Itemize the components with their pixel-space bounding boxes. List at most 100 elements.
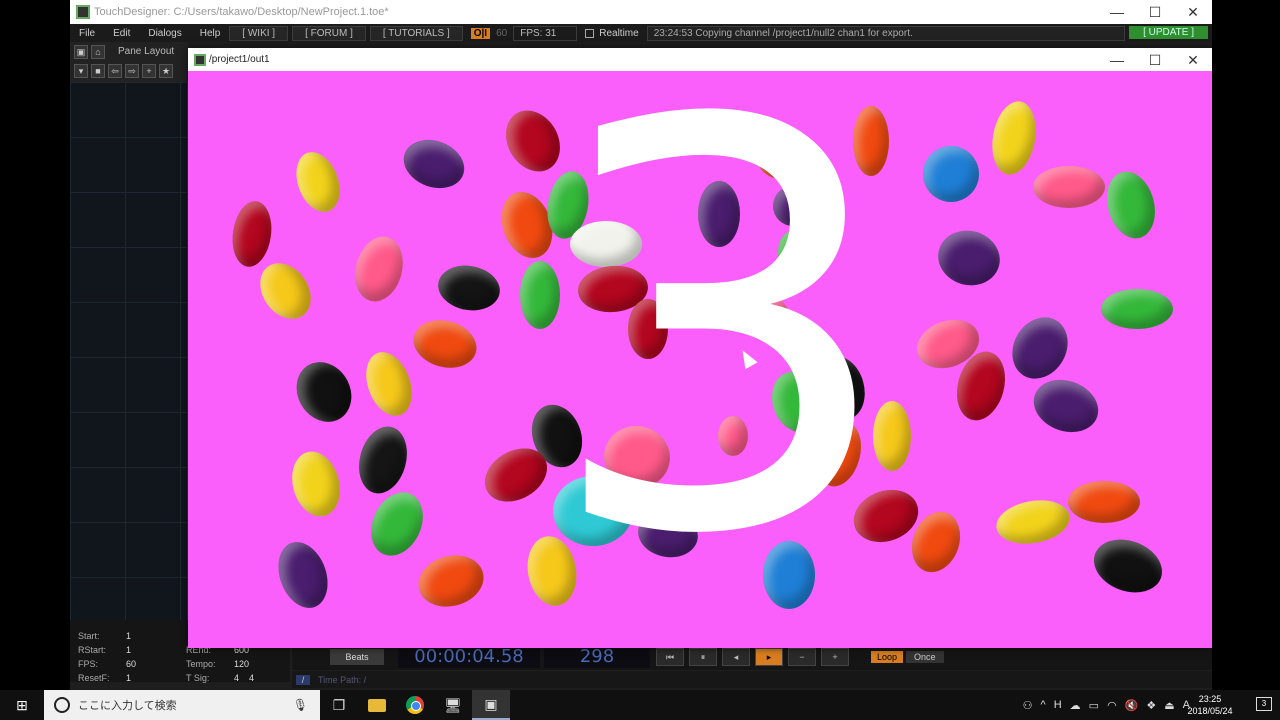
pane-layout-label[interactable]: Pane Layout: [118, 46, 174, 57]
people-icon[interactable]: ⚇: [1023, 699, 1033, 712]
dropdown-icon[interactable]: ▾: [74, 63, 88, 78]
jellybean: [434, 260, 504, 316]
loop-button[interactable]: Loop: [871, 651, 904, 663]
menu-bar: File Edit Dialogs Help [ WIKI ] [ FORUM …: [70, 24, 1212, 42]
tray-expand-icon[interactable]: ^: [1041, 699, 1046, 711]
tempo-label: Tempo:: [186, 659, 216, 669]
tsig-value[interactable]: 4 4: [234, 672, 294, 685]
network-editor[interactable]: [70, 82, 188, 620]
frame-display[interactable]: 298: [544, 646, 650, 668]
h-app-icon[interactable]: H: [1054, 699, 1062, 711]
stop-icon[interactable]: ■: [91, 63, 105, 78]
jellybean: [351, 421, 415, 499]
beats-button[interactable]: Beats: [330, 649, 384, 665]
maximize-button[interactable]: ☐: [1136, 0, 1174, 24]
countdown-number: 3: [543, 71, 900, 648]
rstart-value[interactable]: 1: [126, 644, 186, 657]
jellybean: [288, 146, 348, 218]
pane-split-icon[interactable]: ▣: [74, 44, 88, 59]
tsig-a: 4: [234, 673, 240, 683]
touchdesigner-taskbar-icon[interactable]: ▣: [472, 690, 510, 720]
clock-time: 23:25: [1198, 694, 1222, 704]
realtime-label: Realtime: [599, 27, 639, 39]
rstart-label: RStart:: [78, 645, 107, 655]
play-icon[interactable]: ▸: [755, 648, 783, 666]
chrome-icon[interactable]: [396, 690, 434, 720]
tsig-b: 4: [249, 673, 255, 683]
resetf-value[interactable]: 1: [126, 672, 186, 685]
fps-limit: 60: [496, 27, 508, 39]
wiki-button[interactable]: [ WIKI ]: [229, 25, 289, 41]
rewind-icon[interactable]: ⏮: [656, 648, 684, 666]
taskbar-search[interactable]: ここに入力して検索 🎙: [44, 690, 320, 720]
remote-desktop-icon[interactable]: 🖥: [434, 690, 472, 720]
timecode-display[interactable]: 00:00:04.58: [398, 646, 540, 668]
dropbox-icon[interactable]: ❖: [1146, 699, 1156, 712]
output-viewer-window: /project1/out1 — ☐ ✕ 3: [188, 48, 1212, 648]
usb-icon[interactable]: ⏏: [1164, 699, 1174, 712]
system-clock[interactable]: 23:25 2018/05/24: [1180, 690, 1240, 720]
add-icon[interactable]: +: [142, 63, 156, 78]
forward-icon[interactable]: ⇨: [125, 63, 139, 78]
star-icon[interactable]: ★: [159, 63, 173, 78]
update-button[interactable]: [ UPDATE ]: [1129, 26, 1208, 39]
jellybean: [408, 313, 482, 375]
jellybean: [412, 548, 490, 614]
cortana-icon: [54, 697, 70, 713]
jellybean: [923, 146, 979, 202]
search-placeholder: ここに入力して検索: [78, 700, 177, 712]
wifi-icon[interactable]: ◠: [1107, 699, 1117, 712]
jellybean: [1099, 166, 1163, 244]
jellybean: [285, 446, 347, 522]
pause-icon[interactable]: ⏸: [689, 648, 717, 666]
jellybean: [932, 223, 1006, 293]
fps-value[interactable]: 60: [126, 658, 186, 671]
battery-icon[interactable]: ▭: [1089, 699, 1099, 712]
notification-center-icon[interactable]: 3: [1256, 697, 1272, 711]
menu-file[interactable]: File: [70, 28, 104, 39]
desktop: TouchDesigner: C:/Users/takawo/Desktop/N…: [0, 0, 1280, 720]
windows-start-icon[interactable]: ⊞: [0, 697, 44, 714]
menu-help[interactable]: Help: [191, 28, 230, 39]
viewer-title-bar: /project1/out1 — ☐ ✕: [188, 48, 1212, 71]
menu-edit[interactable]: Edit: [104, 28, 139, 39]
jellybean: [361, 483, 433, 565]
realtime-checkbox[interactable]: [585, 28, 595, 38]
forum-button[interactable]: [ FORUM ]: [292, 25, 366, 41]
status-message: 23:24:53 Copying channel /project1/null2…: [646, 25, 1125, 41]
minimize-button[interactable]: —: [1098, 0, 1136, 24]
jellybean: [992, 494, 1074, 550]
render-output[interactable]: 3: [188, 71, 1212, 648]
jellybean: [285, 352, 363, 432]
fps-readout: FPS: 31: [513, 25, 578, 41]
back-icon[interactable]: ⇦: [108, 63, 122, 78]
jellybean: [1026, 371, 1106, 441]
viewer-maximize-button[interactable]: ☐: [1136, 48, 1174, 71]
start-value[interactable]: 1: [126, 630, 186, 643]
task-view-icon[interactable]: ❐: [320, 690, 358, 720]
touchdesigner-icon: [76, 5, 90, 19]
menu-dialogs[interactable]: Dialogs: [139, 28, 190, 39]
onedrive-icon[interactable]: ☁: [1070, 699, 1081, 712]
slower-icon[interactable]: −: [788, 648, 816, 666]
tempo-value[interactable]: 120: [234, 658, 294, 671]
step-back-icon[interactable]: ◂: [722, 648, 750, 666]
tutorials-button[interactable]: [ TUTORIALS ]: [369, 25, 463, 41]
jellybean: [348, 231, 410, 307]
viewer-close-button[interactable]: ✕: [1174, 48, 1212, 71]
root-path-icon[interactable]: /: [296, 674, 310, 685]
once-button[interactable]: Once: [906, 651, 944, 663]
file-explorer-icon[interactable]: [358, 690, 396, 720]
pane-home-icon[interactable]: ⌂: [91, 44, 105, 59]
jellybean: [1001, 307, 1079, 389]
windows-taskbar: ⊞ ここに入力して検索 🎙 ❐ 🖥 ▣ ⚇ ^ H ☁ ▭ ◠ 🔇 ❖ ⏏ A …: [0, 690, 1280, 720]
volume-icon[interactable]: 🔇: [1125, 699, 1139, 712]
faster-icon[interactable]: +: [821, 648, 849, 666]
microphone-icon[interactable]: 🎙: [293, 698, 308, 712]
close-button[interactable]: ✕: [1174, 0, 1212, 24]
resetf-label: ResetF:: [78, 673, 110, 683]
perform-mode-button[interactable]: O|I: [470, 27, 491, 39]
viewer-minimize-button[interactable]: —: [1098, 48, 1136, 71]
clock-date: 2018/05/24: [1187, 706, 1233, 716]
jellybean: [249, 253, 322, 329]
